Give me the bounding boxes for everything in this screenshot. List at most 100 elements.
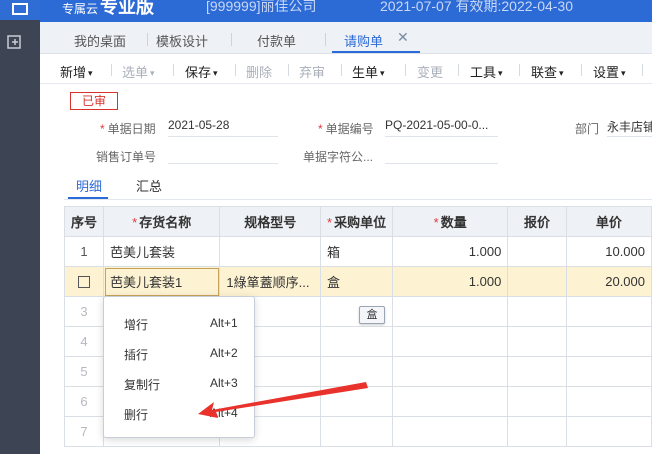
- generate-order-button[interactable]: 生单 ▾: [352, 62, 385, 81]
- price-cell[interactable]: 10.000: [565, 236, 652, 267]
- doc-date-label: * 单据日期: [100, 122, 156, 136]
- chevron-down-icon: ▾: [380, 68, 385, 78]
- tools-button[interactable]: 工具 ▾: [470, 62, 503, 81]
- toolbar-divider: [405, 64, 406, 76]
- empty-cell[interactable]: [392, 416, 509, 447]
- new-button[interactable]: 新增 ▾: [60, 62, 93, 81]
- top-bar: 专属云 专业版 [999999]丽佳公司 2021-07-07 有效期:2022-…: [40, 0, 652, 22]
- unapprove-button[interactable]: 弃审: [299, 62, 325, 81]
- chevron-down-icon: ▾: [621, 68, 626, 78]
- row-index: 1: [63, 236, 105, 267]
- empty-cell[interactable]: [320, 386, 394, 417]
- unit-cell[interactable]: 箱: [320, 236, 394, 267]
- chevron-down-icon: ▾: [150, 68, 155, 78]
- empty-cell[interactable]: [565, 356, 652, 387]
- company-name[interactable]: [999999]丽佳公司: [206, 0, 317, 16]
- empty-cell[interactable]: [392, 356, 509, 387]
- empty-cell[interactable]: [507, 326, 567, 357]
- empty-cell[interactable]: [392, 386, 509, 417]
- item-name-cell[interactable]: 芭美儿套装: [103, 236, 221, 267]
- column-header-qty[interactable]: * 数量: [392, 206, 509, 237]
- menu-toggle-icon[interactable]: [6, 33, 24, 51]
- toolbar-divider: [458, 64, 459, 76]
- change-button[interactable]: 变更: [417, 62, 443, 81]
- shortcut-delete-row: Alt+4: [210, 406, 238, 420]
- empty-cell[interactable]: [565, 296, 652, 327]
- price-cell[interactable]: 20.000: [565, 266, 652, 297]
- row-handle-icon[interactable]: [63, 266, 105, 297]
- row-operation-icon[interactable]: [78, 276, 90, 288]
- column-header-spec[interactable]: 规格型号: [219, 206, 322, 237]
- settings-button[interactable]: 设置 ▾: [593, 62, 626, 81]
- toolbar-divider: [111, 64, 112, 76]
- app-logo[interactable]: [0, 0, 40, 20]
- spec-cell[interactable]: [219, 236, 322, 267]
- menu-item-copy-row[interactable]: 复制行: [124, 376, 160, 393]
- sales-order-label: 销售订单号: [96, 150, 157, 164]
- table-row[interactable]: 1 芭美儿套装 箱 1.000 10.000: [63, 236, 652, 267]
- empty-cell[interactable]: [565, 326, 652, 357]
- page-tabs: 我的桌面 模板设计 付款单 请购单 ✕: [40, 22, 652, 54]
- menu-item-delete-row[interactable]: 删行: [124, 406, 148, 423]
- select-order-button[interactable]: 选单 ▾: [122, 62, 155, 81]
- shortcut-copy-row: Alt+3: [210, 376, 238, 390]
- toolbar: 新增 ▾ 选单 ▾ 保存 ▾ 删除 弃审 生单 ▾ 变更 工具 ▾ 联查 ▾ 设置 ▾: [40, 54, 652, 84]
- column-header-quote[interactable]: 报价: [507, 206, 567, 237]
- dept-label: 部门: [575, 122, 600, 136]
- empty-cell[interactable]: [320, 416, 394, 447]
- tab-purchase-request[interactable]: 请购单: [344, 31, 383, 50]
- quote-cell[interactable]: [507, 236, 567, 267]
- row-index: 7: [63, 416, 105, 447]
- menu-item-add-row[interactable]: 增行: [124, 316, 148, 333]
- doc-date-field[interactable]: 2021-05-28: [168, 118, 278, 137]
- table-row-selected[interactable]: 芭美儿套装1 1綠箪蓋顺序... 盒 1.000 20.000: [63, 266, 652, 297]
- license-dates: 2021-07-07 有效期:2022-04-30: [380, 0, 574, 14]
- doc-char-field[interactable]: [385, 145, 498, 164]
- row-index: 6: [63, 386, 105, 417]
- tab-template-design[interactable]: 模板设计: [156, 31, 208, 50]
- chevron-down-icon: ▾: [559, 68, 564, 78]
- column-header-unit[interactable]: * 采购单位: [320, 206, 394, 237]
- toolbar-divider: [288, 64, 289, 76]
- tab-divider: [231, 33, 232, 46]
- empty-cell[interactable]: [565, 416, 652, 447]
- tab-desktop[interactable]: 我的桌面: [74, 31, 126, 50]
- tab-payment[interactable]: 付款单: [257, 31, 296, 50]
- menu-item-insert-row[interactable]: 插行: [124, 346, 148, 363]
- delete-button[interactable]: 删除: [246, 62, 272, 81]
- column-header-price[interactable]: 单价: [565, 206, 652, 237]
- spec-cell[interactable]: 1綠箪蓋顺序...: [219, 266, 322, 297]
- linked-query-button[interactable]: 联查 ▾: [531, 62, 564, 81]
- empty-cell[interactable]: [320, 356, 394, 387]
- empty-cell[interactable]: [507, 296, 567, 327]
- item-name-cell[interactable]: 芭美儿套装1: [103, 266, 221, 297]
- column-header-index[interactable]: 序号: [63, 206, 105, 237]
- doc-no-field[interactable]: PQ-2021-05-00-0...: [385, 118, 498, 137]
- quote-cell[interactable]: [507, 266, 567, 297]
- empty-cell[interactable]: [392, 326, 509, 357]
- empty-cell[interactable]: [320, 326, 394, 357]
- tab-summary[interactable]: 汇总: [136, 176, 162, 195]
- empty-cell[interactable]: [507, 356, 567, 387]
- empty-cell[interactable]: [507, 386, 567, 417]
- row-index: 4: [63, 326, 105, 357]
- qty-cell[interactable]: 1.000: [392, 266, 509, 297]
- close-icon[interactable]: ✕: [397, 29, 409, 46]
- status-badge: 已审: [70, 92, 118, 110]
- active-tab-indicator: [332, 51, 420, 53]
- tab-detail[interactable]: 明细: [76, 176, 102, 195]
- sales-order-field[interactable]: [168, 145, 278, 164]
- column-header-item-name[interactable]: * 存货名称: [103, 206, 221, 237]
- empty-cell[interactable]: [565, 386, 652, 417]
- save-button[interactable]: 保存 ▾: [185, 62, 218, 81]
- empty-cell[interactable]: [392, 296, 509, 327]
- unit-cell[interactable]: 盒: [320, 266, 394, 297]
- chevron-down-icon: ▾: [88, 68, 93, 78]
- logo-icon: [12, 3, 28, 15]
- empty-cell[interactable]: [507, 416, 567, 447]
- toolbar-divider: [173, 64, 174, 76]
- toolbar-divider: [581, 64, 582, 76]
- qty-cell[interactable]: 1.000: [392, 236, 509, 267]
- toolbar-divider: [341, 64, 342, 76]
- dept-field[interactable]: 永丰店铺: [607, 118, 652, 137]
